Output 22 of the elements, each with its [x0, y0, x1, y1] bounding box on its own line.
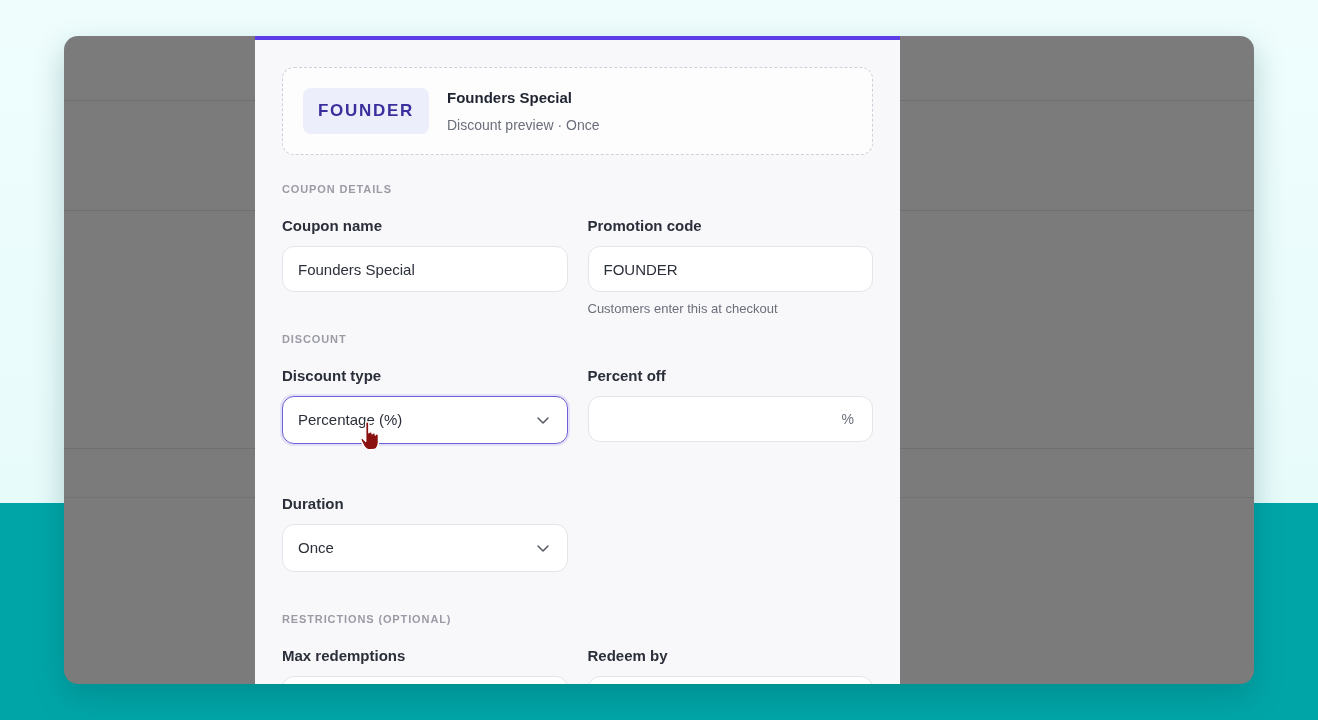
dropdown-select[interactable]: Once [282, 524, 568, 572]
coupon-code-badge: FOUNDER [303, 88, 429, 134]
chevron-down-icon [536, 416, 549, 424]
dropdown-select[interactable]: Percentage (%) [282, 396, 568, 444]
field-label: Promotion code [587, 216, 703, 236]
field-label: Coupon name [282, 216, 383, 236]
field-label: Redeem by [587, 646, 669, 666]
preview-title: Founders Special [447, 87, 574, 108]
field-label: Max redemptions [282, 646, 407, 666]
section-heading: DISCOUNT [282, 332, 348, 347]
section-heading: RESTRICTIONS (OPTIONAL) [282, 612, 453, 627]
field-label: Duration [282, 494, 345, 514]
chevron-down-icon [536, 544, 549, 552]
field-label: Discount type [282, 366, 383, 386]
field-label: Percent off [587, 366, 667, 386]
text-input[interactable]: % [587, 396, 873, 442]
text-input[interactable]: Founders Special [282, 246, 568, 292]
help-text: Customers enter this at checkout [587, 300, 779, 318]
preview-subtitle: Discount preview · Once [447, 115, 600, 135]
text-input[interactable]: FOUNDER [587, 246, 873, 292]
unit-suffix: % [841, 409, 854, 429]
section-heading: COUPON DETAILS [282, 182, 393, 197]
